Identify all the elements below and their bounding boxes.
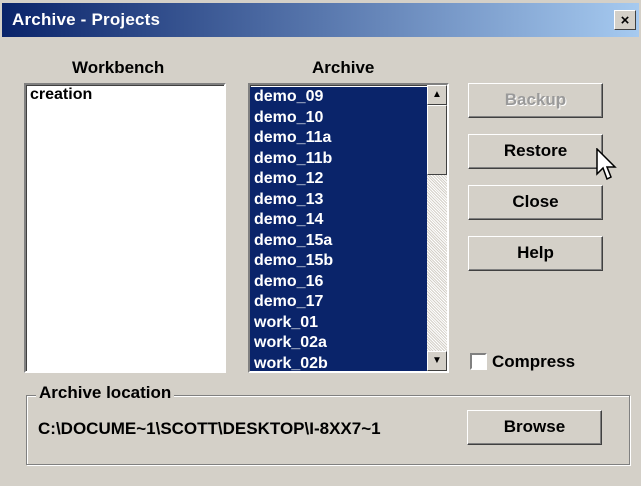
list-item[interactable]: creation	[26, 85, 224, 106]
list-item[interactable]: demo_09	[250, 87, 427, 108]
list-item[interactable]: demo_15b	[250, 251, 427, 272]
workbench-label: Workbench	[72, 58, 165, 77]
mouse-pointer-icon	[596, 148, 617, 181]
archive-location-label: Archive location	[36, 383, 175, 403]
help-button[interactable]: Help	[468, 236, 603, 271]
scroll-thumb[interactable]	[427, 105, 447, 175]
browse-button[interactable]: Browse	[467, 410, 602, 445]
list-item[interactable]: demo_15a	[250, 230, 427, 251]
list-item[interactable]: demo_14	[250, 210, 427, 231]
list-item[interactable]: demo_17	[250, 292, 427, 313]
list-item[interactable]: work_02a	[250, 333, 427, 354]
window-title: Archive - Projects	[12, 10, 161, 29]
archive-label: Archive	[312, 58, 375, 77]
compress-label[interactable]: Compress	[492, 352, 575, 372]
list-item[interactable]: work_01	[250, 312, 427, 333]
list-item[interactable]: demo_11b	[250, 148, 427, 169]
arrow-down-icon[interactable]: ▼	[427, 351, 447, 371]
close-window-button[interactable]: ×	[614, 10, 636, 30]
archive-path-text: C:\DOCUME~1\SCOTT\DESKTOP\I-8XX7~1	[38, 419, 381, 438]
title-bar[interactable]: Archive - Projects ×	[2, 3, 639, 37]
compress-checkbox[interactable]	[470, 353, 487, 370]
archive-items: demo_09 demo_10 demo_11a demo_11b demo_12 dem…	[250, 87, 427, 371]
archive-listbox[interactable]: demo_09 demo_10 demo_11a demo_11b demo_12 dem…	[248, 83, 449, 373]
arrow-up-icon[interactable]: ▲	[427, 85, 447, 105]
archive-scrollbar[interactable]: ▲ ▼	[427, 85, 447, 371]
list-item[interactable]: work_02b	[250, 353, 427, 371]
list-item[interactable]: demo_10	[250, 107, 427, 128]
close-button[interactable]: Close	[468, 185, 603, 220]
archive-projects-dialog: Archive - Projects × Workbench Archive c…	[0, 0, 641, 486]
list-item[interactable]: demo_11a	[250, 128, 427, 149]
backup-button[interactable]: Backup	[468, 83, 603, 118]
list-item[interactable]: demo_16	[250, 271, 427, 292]
restore-button[interactable]: Restore	[468, 134, 603, 169]
list-item[interactable]: demo_12	[250, 169, 427, 190]
workbench-listbox[interactable]: creation	[24, 83, 226, 373]
list-item[interactable]: demo_13	[250, 189, 427, 210]
